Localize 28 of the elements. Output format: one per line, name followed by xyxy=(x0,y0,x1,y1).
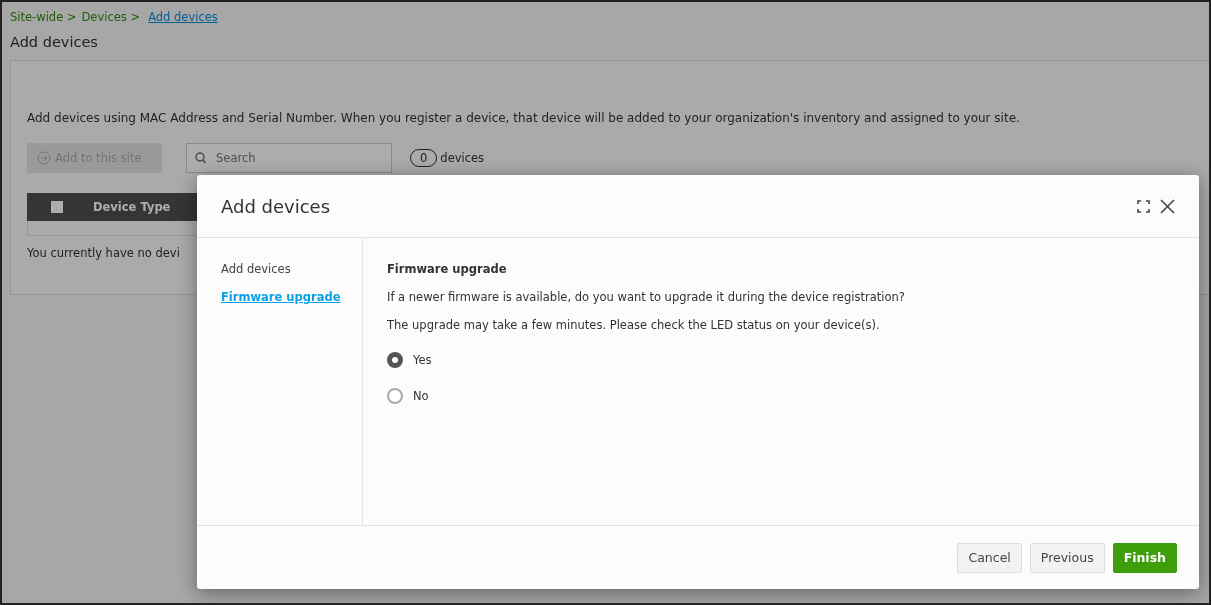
radio-option[interactable]: Yes xyxy=(387,352,905,368)
search-input[interactable]: Search xyxy=(214,150,378,166)
info-text: The upgrade may take a few minutes. Please check the LED status on your device(s). xyxy=(387,318,881,332)
count-label: devices xyxy=(440,151,485,165)
breadcrumb-link[interactable]: Add devices xyxy=(148,10,218,24)
step-link[interactable]: Firmware upgrade xyxy=(221,290,362,304)
breadcrumb-item[interactable]: Devices > xyxy=(81,10,141,24)
description-text: Add devices using MAC Address and Serial Number. When you register a device, that device will be added to your organization's inventory and assigned to your site. xyxy=(27,111,1021,125)
select-all-checkbox[interactable] xyxy=(51,201,63,213)
arrow-circle-icon xyxy=(37,151,51,165)
fullscreen-icon[interactable] xyxy=(1137,199,1150,213)
breadcrumb-item[interactable]: Site-wide > xyxy=(10,10,77,24)
radio-option[interactable]: No xyxy=(387,388,905,404)
dialog-button[interactable]: Previous xyxy=(1029,542,1105,573)
page-title: Add devices xyxy=(9,33,99,50)
empty-message: You currently have no devi xyxy=(27,246,181,260)
close-icon[interactable] xyxy=(1160,198,1175,214)
search-field[interactable]: Search xyxy=(186,143,392,173)
dialog-button[interactable]: Cancel xyxy=(957,542,1022,573)
column-header[interactable]: Device Type xyxy=(93,200,171,214)
dialog-button[interactable]: Finish xyxy=(1112,542,1177,573)
step-link[interactable]: Add devices xyxy=(221,262,362,276)
dialog-title: Add devices xyxy=(221,195,332,217)
radio-icon[interactable] xyxy=(387,352,403,368)
section-title: Firmware upgrade xyxy=(387,262,508,276)
search-icon xyxy=(195,152,206,164)
radio-icon[interactable] xyxy=(387,388,403,404)
info-text: If a newer firmware is available, do you want to upgrade it during the device registration? xyxy=(387,290,905,304)
